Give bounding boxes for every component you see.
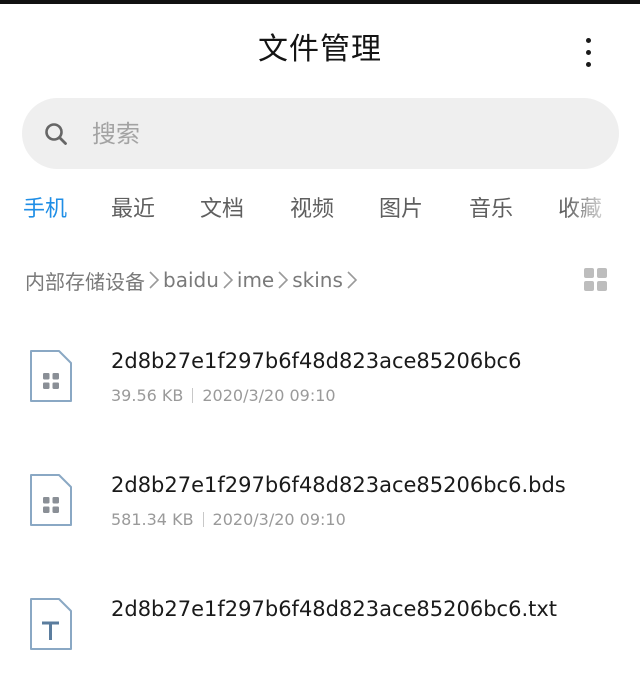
file-meta: 581.34 KB 2020/3/20 09:10 <box>111 508 346 532</box>
text-file-icon <box>28 596 74 652</box>
meta-divider <box>192 388 194 403</box>
file-date: 2020/3/20 09:10 <box>202 386 336 405</box>
tab-videos[interactable]: 视频 <box>290 194 334 226</box>
breadcrumb-item-skins[interactable]: skins <box>292 268 343 292</box>
list-item[interactable]: 2d8b27e1f297b6f48d823ace85206bc6 39.56 K… <box>0 320 640 438</box>
breadcrumb-item-baidu[interactable]: baidu <box>163 268 219 292</box>
chevron-right-icon <box>222 270 234 290</box>
unknown-file-icon <box>28 348 74 404</box>
tab-phone[interactable]: 手机 <box>23 194 67 226</box>
file-meta: 39.56 KB 2020/3/20 09:10 <box>111 384 336 408</box>
chevron-right-icon <box>148 270 160 290</box>
search-input[interactable] <box>92 119 572 148</box>
file-size: 39.56 KB <box>111 386 184 405</box>
list-item[interactable]: 2d8b27e1f297b6f48d823ace85206bc6.bds 581… <box>0 444 640 562</box>
file-name: 2d8b27e1f297b6f48d823ace85206bc6.bds <box>111 473 566 497</box>
tab-favorites[interactable]: 收藏 <box>558 194 602 226</box>
breadcrumb-item-ime[interactable]: ime <box>237 268 274 292</box>
search-bar[interactable] <box>22 98 619 169</box>
category-tabs: 手机 最近 文档 视频 图片 音乐 收藏 <box>0 186 640 234</box>
more-dot-icon <box>585 37 591 43</box>
app-bar: 文件管理 <box>0 4 640 94</box>
file-name: 2d8b27e1f297b6f48d823ace85206bc6.txt <box>111 597 558 621</box>
grid-view-toggle-icon[interactable] <box>584 268 608 292</box>
search-icon <box>42 120 70 148</box>
tab-recent[interactable]: 最近 <box>111 194 155 226</box>
list-item[interactable]: 2d8b27e1f297b6f48d823ace85206bc6.txt <box>0 568 640 686</box>
more-dot-icon <box>585 61 591 67</box>
tab-music[interactable]: 音乐 <box>469 194 513 226</box>
breadcrumb: 内部存储设备 baidu ime skins <box>25 262 361 298</box>
file-name: 2d8b27e1f297b6f48d823ace85206bc6 <box>111 349 522 373</box>
tab-documents[interactable]: 文档 <box>200 194 244 226</box>
grid-cell <box>597 268 607 278</box>
grid-cell <box>584 281 594 291</box>
page-title: 文件管理 <box>258 32 382 67</box>
grid-cell <box>597 281 607 291</box>
file-date: 2020/3/20 09:10 <box>212 510 346 529</box>
file-size: 581.34 KB <box>111 510 194 529</box>
chevron-right-icon <box>346 270 358 290</box>
chevron-right-icon <box>277 270 289 290</box>
tab-images[interactable]: 图片 <box>379 194 423 226</box>
breadcrumb-item-internal-storage[interactable]: 内部存储设备 <box>25 266 145 295</box>
grid-cell <box>584 268 594 278</box>
more-dot-icon <box>585 49 591 55</box>
unknown-file-icon <box>28 472 74 528</box>
more-options-button[interactable] <box>566 28 610 76</box>
meta-divider <box>202 512 204 527</box>
